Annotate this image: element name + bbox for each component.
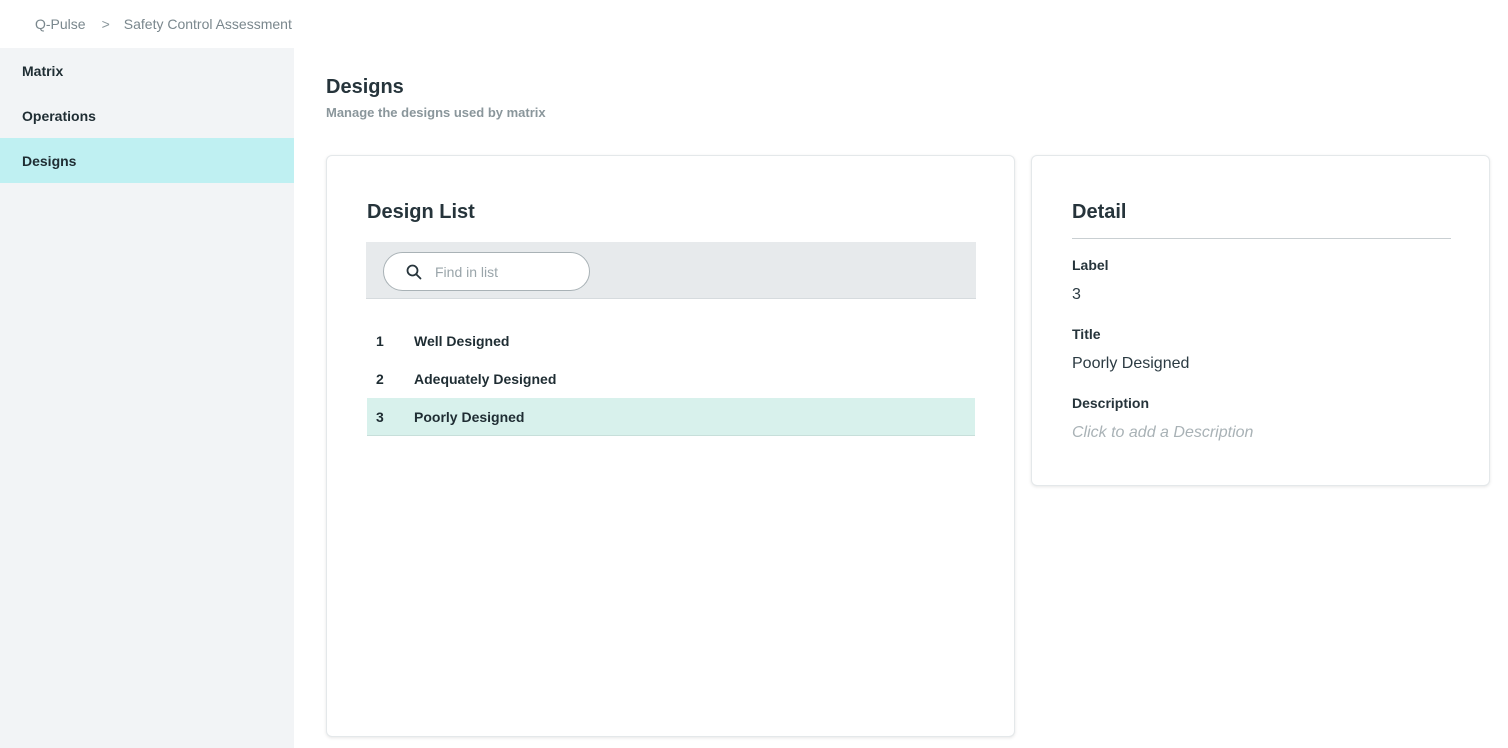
search-icon bbox=[406, 264, 422, 280]
breadcrumb-item-safety-control-assessment[interactable]: Safety Control Assessment bbox=[124, 16, 292, 32]
title-field-value[interactable]: Poorly Designed bbox=[1072, 355, 1189, 373]
list-item-number: 1 bbox=[376, 333, 384, 349]
sidebar-item-operations[interactable]: Operations bbox=[0, 93, 294, 138]
list-item-name: Poorly Designed bbox=[414, 408, 525, 425]
breadcrumb-item-q-pulse[interactable]: Q-Pulse bbox=[35, 16, 86, 32]
list-item-number: 3 bbox=[376, 408, 384, 425]
main-content: Designs Manage the designs used by matri… bbox=[294, 48, 1508, 748]
sidebar: Matrix Operations Designs bbox=[0, 48, 294, 748]
sidebar-item-label: Operations bbox=[22, 107, 96, 124]
title-field-heading: Title bbox=[1072, 326, 1101, 342]
page-subtitle: Manage the designs used by matrix bbox=[326, 105, 546, 120]
page-title: Designs bbox=[326, 76, 404, 98]
breadcrumb-separator-icon: > bbox=[101, 16, 110, 32]
list-item[interactable]: 1 Well Designed bbox=[367, 322, 975, 360]
sidebar-item-label: Matrix bbox=[22, 62, 64, 79]
list-item-selected[interactable]: 3 Poorly Designed bbox=[367, 398, 975, 436]
list-item-name: Well Designed bbox=[414, 333, 510, 349]
search-field[interactable] bbox=[383, 252, 590, 291]
breadcrumb: Q-Pulse > Safety Control Assessment bbox=[0, 0, 1508, 48]
sidebar-item-matrix[interactable]: Matrix bbox=[0, 48, 294, 93]
design-list-title: Design List bbox=[367, 201, 475, 223]
description-field-heading: Description bbox=[1072, 395, 1150, 411]
detail-title: Detail bbox=[1072, 201, 1127, 223]
list-item-name: Adequately Designed bbox=[414, 371, 557, 387]
label-field-heading: Label bbox=[1072, 257, 1109, 273]
sidebar-item-designs[interactable]: Designs bbox=[0, 138, 294, 183]
design-list: 1 Well Designed 2 Adequately Designed 3 … bbox=[367, 322, 975, 436]
description-field-placeholder[interactable]: Click to add a Description bbox=[1072, 424, 1253, 442]
sidebar-item-label: Designs bbox=[22, 152, 77, 169]
design-list-card: Design List 1 Well Designed bbox=[326, 155, 1015, 737]
list-item[interactable]: 2 Adequately Designed bbox=[367, 360, 975, 398]
search-bar bbox=[366, 242, 976, 299]
app-root: Q-Pulse > Safety Control Assessment Matr… bbox=[0, 0, 1508, 748]
detail-card: Detail Label 3 Title Poorly Designed Des… bbox=[1031, 155, 1490, 486]
detail-divider bbox=[1072, 238, 1451, 239]
label-field-value[interactable]: 3 bbox=[1072, 286, 1081, 304]
list-item-number: 2 bbox=[376, 371, 384, 387]
search-input[interactable] bbox=[435, 259, 575, 284]
